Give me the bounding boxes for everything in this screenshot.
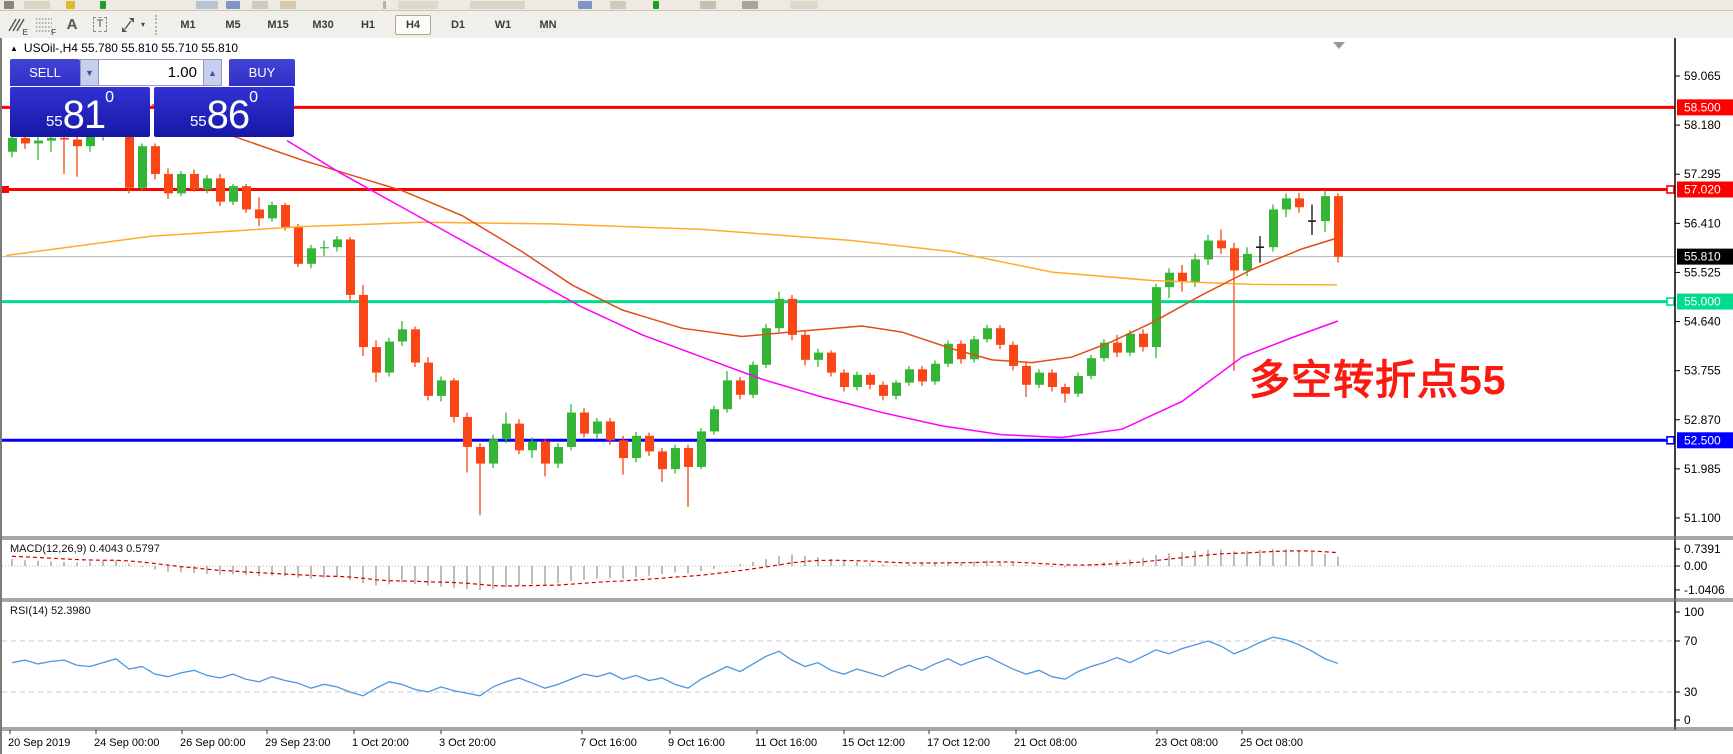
rsi-panel: 100 70 30 0 xyxy=(2,605,1704,727)
buy-price-small: 55 xyxy=(189,113,207,130)
time-axis-label: 15 Oct 12:00 xyxy=(842,737,905,749)
volume-decrease-button[interactable]: ▼ xyxy=(80,59,99,86)
time-axis-label: 1 Oct 20:00 xyxy=(352,737,409,749)
collapse-icon[interactable]: ▲ xyxy=(10,44,18,53)
volume-input[interactable] xyxy=(99,59,203,86)
macd-axis-label: -1.0406 xyxy=(1684,583,1725,597)
hline-handle xyxy=(1666,435,1675,445)
toolbar-row-clipped xyxy=(0,0,1733,11)
time-axis-label: 24 Sep 00:00 xyxy=(94,737,159,749)
tf-button-H1[interactable]: H1 xyxy=(350,15,386,35)
one-click-trading-panel: SELL ▼ ▲ BUY 55810 55860 xyxy=(10,59,300,137)
icon-sub-f: F xyxy=(51,27,56,37)
text-label-icon[interactable]: A xyxy=(60,14,84,36)
tf-button-W1[interactable]: W1 xyxy=(485,15,521,35)
text-box-icon[interactable]: T xyxy=(88,14,112,36)
arrows-tool-icon[interactable] xyxy=(116,14,140,36)
time-axis-label: 11 Oct 16:00 xyxy=(755,737,817,749)
price-badge: 52.500 xyxy=(1684,433,1721,447)
tf-button-M1[interactable]: M1 xyxy=(170,15,206,35)
time-axis-label: 20 Sep 2019 xyxy=(8,737,70,749)
price-tick-label: 51.985 xyxy=(1684,462,1721,476)
moving-averages xyxy=(5,103,1339,439)
buy-tab[interactable]: BUY xyxy=(229,59,295,86)
buy-price-sup: 0 xyxy=(249,89,259,106)
price-tick-label: 57.295 xyxy=(1684,167,1721,181)
time-axis-label: 21 Oct 08:00 xyxy=(1014,737,1077,749)
price-tick-label: 55.525 xyxy=(1684,265,1721,279)
hline-handle xyxy=(1666,297,1675,306)
symbol-ohlc-text: USOil-,H4 55.780 55.810 55.710 55.810 xyxy=(23,41,239,55)
tf-button-M15[interactable]: M15 xyxy=(260,15,296,35)
rsi-axis-label: 70 xyxy=(1684,634,1698,648)
candles xyxy=(8,110,1343,516)
tf-button-H4[interactable]: H4 xyxy=(395,14,432,35)
rsi-axis-label: 100 xyxy=(1684,605,1704,619)
sell-price-small: 55 xyxy=(45,113,63,130)
price-badge: 57.020 xyxy=(1684,182,1721,196)
toolbar-separator xyxy=(155,14,162,35)
time-axis-label: 9 Oct 16:00 xyxy=(668,737,725,749)
time-axis-label: 7 Oct 16:00 xyxy=(580,737,637,749)
hline-handle xyxy=(1666,185,1675,194)
icon-sub-e: E xyxy=(22,27,28,37)
rsi-line xyxy=(11,636,1339,697)
price-tick-label: 58.180 xyxy=(1684,118,1721,132)
macd-axis-label: 0.7391 xyxy=(1684,542,1721,556)
draw-lines-icon[interactable]: E xyxy=(4,14,28,37)
buy-price-button[interactable]: 55 86 0 xyxy=(154,87,294,137)
time-axis-label: 3 Oct 20:00 xyxy=(439,737,496,749)
time-axis-label: 17 Oct 12:00 xyxy=(927,737,990,749)
price-tick-label: 51.100 xyxy=(1684,511,1721,525)
buy-price-big: 86 xyxy=(206,93,250,137)
macd-axis-label: 0.00 xyxy=(1684,559,1708,573)
price-axis: 59.065 58.180 57.295 56.410 55.525 54.640 53.7… xyxy=(1674,38,1733,730)
price-tick-label: 56.410 xyxy=(1684,216,1721,230)
macd-label: MACD(12,26,9) 0.4043 0.5797 xyxy=(10,543,160,555)
sell-price-button[interactable]: 55 81 0 xyxy=(10,87,150,137)
annotation-text: 多空转折点55 xyxy=(1249,357,1507,403)
ma-slow-orange xyxy=(5,221,1338,286)
time-axis-label: 26 Sep 00:00 xyxy=(180,737,245,749)
sell-tab[interactable]: SELL xyxy=(10,59,80,86)
price-tick-label: 54.640 xyxy=(1684,315,1721,329)
macd-panel: 0.7391 0.00 -1.0406 xyxy=(2,542,1725,597)
rsi-axis-label: 0 xyxy=(1684,713,1691,727)
time-axis: 20 Sep 2019 24 Sep 00:00 26 Sep 00:00 29 Se… xyxy=(8,730,1303,749)
toolbar: E F A T ▾ M1 M5 M15 M30 H1 H4 D1 W1 MN xyxy=(0,11,1733,39)
price-tick-label: 53.755 xyxy=(1684,364,1721,378)
rsi-label: RSI(14) 52.3980 xyxy=(10,605,91,617)
price-badge: 55.000 xyxy=(1684,295,1721,309)
price-tick-label: 52.870 xyxy=(1684,413,1721,427)
volume-increase-button[interactable]: ▲ xyxy=(203,59,222,86)
tf-button-D1[interactable]: D1 xyxy=(440,15,476,35)
sell-price-sup: 0 xyxy=(105,89,115,106)
time-axis-label: 25 Oct 08:00 xyxy=(1240,737,1303,749)
time-axis-label: 23 Oct 08:00 xyxy=(1155,737,1218,749)
metatrader-window: E F A T ▾ M1 M5 M15 M30 H1 H4 D1 W1 MN 59.065 58.… xyxy=(0,0,1733,754)
tools-dropdown-caret[interactable]: ▾ xyxy=(141,20,145,29)
timeframe-toolbar: M1 M5 M15 M30 H1 H4 D1 W1 MN xyxy=(170,14,566,35)
up-arrow-icon: ▲ xyxy=(208,67,217,78)
down-arrow-icon: ▼ xyxy=(85,67,94,78)
time-axis-label: 29 Sep 23:00 xyxy=(265,737,330,749)
sell-price-big: 81 xyxy=(62,93,106,137)
tf-button-MN[interactable]: MN xyxy=(530,15,566,35)
price-badge: 58.500 xyxy=(1684,100,1721,114)
tf-button-M5[interactable]: M5 xyxy=(215,15,251,35)
price-tick-label: 59.065 xyxy=(1684,69,1721,83)
chart-shift-marker-icon xyxy=(1333,42,1345,49)
rsi-axis-label: 30 xyxy=(1684,685,1698,699)
symbol-header[interactable]: ▲ USOil-,H4 55.780 55.810 55.710 55.810 xyxy=(10,41,238,55)
hline-handle xyxy=(2,185,9,193)
tf-button-M30[interactable]: M30 xyxy=(305,15,341,35)
chart-window: 59.065 58.180 57.295 56.410 55.525 54.640 53.7… xyxy=(0,38,1733,754)
grid-fibo-icon[interactable]: F xyxy=(32,14,56,37)
price-badge: 55.810 xyxy=(1684,250,1721,264)
